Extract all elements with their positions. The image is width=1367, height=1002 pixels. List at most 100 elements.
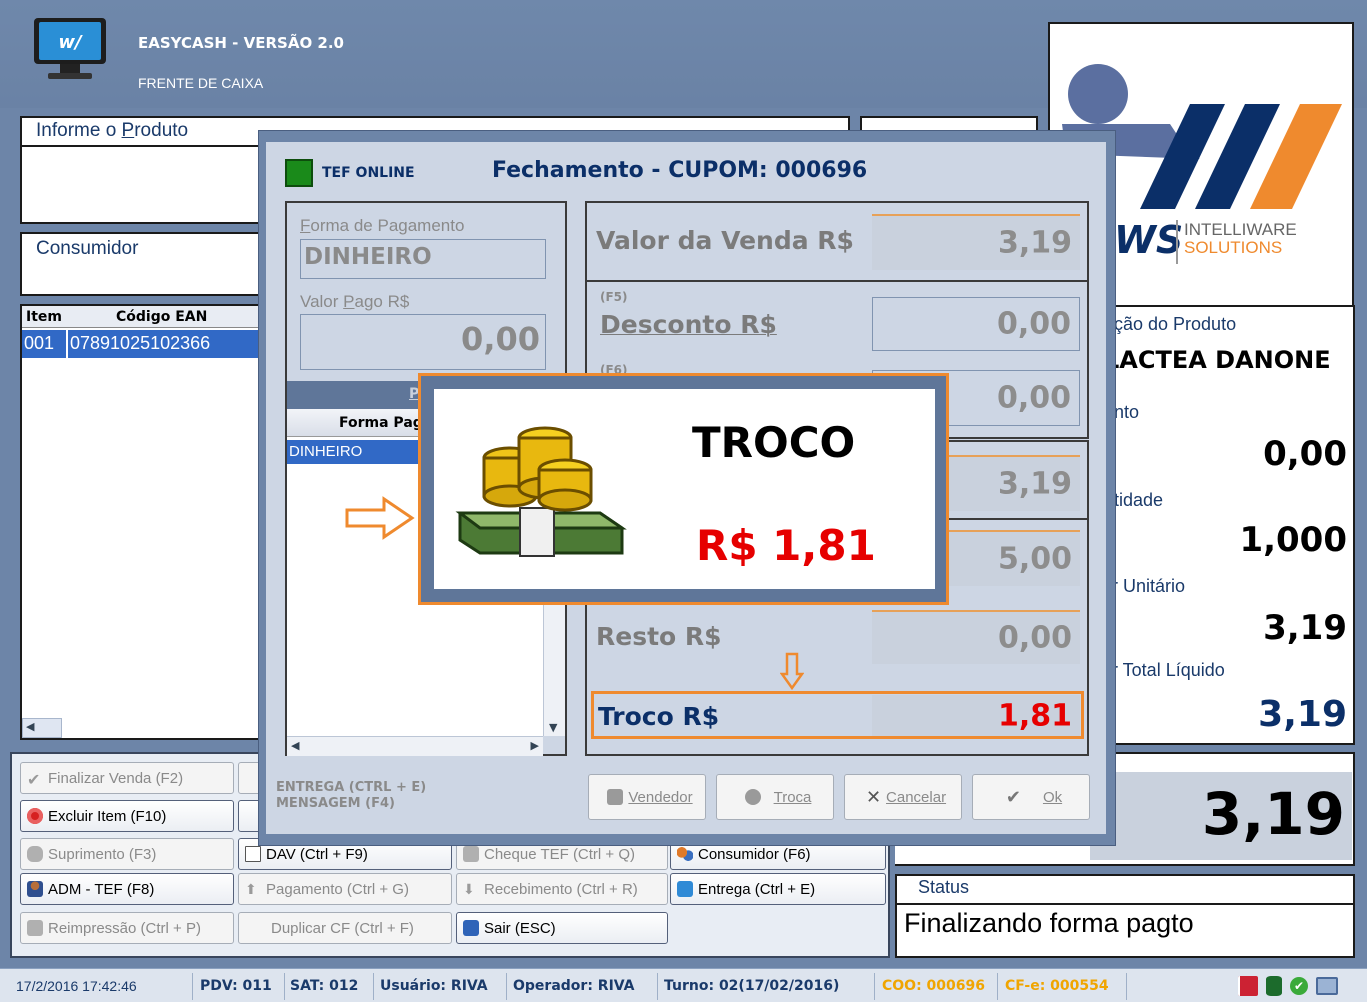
valor-pago-label: Valor Pago R$ <box>300 292 409 312</box>
refresh-icon <box>744 789 761 805</box>
desconto-label: Desconto R$ <box>600 310 777 339</box>
svg-text:w/: w/ <box>58 32 83 53</box>
troco-popup-title: TROCO <box>692 418 856 467</box>
total-value: 3,19 <box>1258 694 1347 735</box>
monitor-icon[interactable] <box>1316 977 1338 995</box>
sb-usuario: Usuário: RIVA <box>380 978 488 994</box>
grid-hscroll[interactable]: ◀ ▶ <box>287 736 543 756</box>
table-row[interactable]: 001 07891025102366 <box>22 330 288 358</box>
document-icon <box>245 846 261 862</box>
users-icon <box>677 846 693 862</box>
down-arrow-icon <box>779 652 805 696</box>
money-icon <box>450 418 630 572</box>
gift-icon[interactable] <box>1238 976 1258 996</box>
valor-venda-value: 3,19 <box>997 225 1072 261</box>
finalizar-button[interactable]: ✔ Finalizar Venda (F2) <box>20 762 234 794</box>
status-value: Finalizando forma pagto <box>904 908 1194 938</box>
arrow-up-icon: ⬆ <box>245 881 257 897</box>
sb-sep <box>284 973 285 1000</box>
excluir-button[interactable]: Excluir Item (F10) <box>20 800 234 832</box>
sb-operador: Operador: RIVA <box>513 978 635 994</box>
cheque-tef-label: Cheque TEF (Ctrl + Q) <box>484 845 636 863</box>
adm-tef-button[interactable]: ADM - TEF (F8) <box>20 873 234 905</box>
cancelar-button[interactable]: ✕ Cancelar <box>844 774 962 820</box>
sb-coo: COO: 000696 <box>882 978 985 994</box>
scroll-right-icon: ▶ <box>530 739 539 752</box>
unitario-label: r Unitário <box>1112 576 1186 596</box>
printer-icon <box>27 920 43 936</box>
suprimento-button[interactable]: Suprimento (F3) <box>20 838 234 870</box>
desconto-value: 0,00 <box>1263 434 1347 474</box>
desconto-value: 0,00 <box>996 306 1071 342</box>
ok-status-icon[interactable]: ✔ <box>1290 977 1308 995</box>
total-label: r Total Líquido <box>1112 660 1225 680</box>
troca-button[interactable]: Troca <box>716 774 834 820</box>
database-icon[interactable] <box>1266 976 1282 996</box>
row-ean: 07891025102366 <box>68 330 288 358</box>
ok-label: Ok <box>1042 788 1063 806</box>
vendedor-button[interactable]: Vendedor <box>588 774 706 820</box>
right-arrow-icon <box>344 496 416 544</box>
sb-datetime: 17/2/2016 17:42:46 <box>16 978 137 994</box>
acrescimo-value: 0,00 <box>996 380 1071 416</box>
check-icon: ✔ <box>27 772 41 789</box>
product-input-label: Informe o Produto <box>36 120 188 142</box>
valor-pago-value: 0,00 <box>461 320 540 358</box>
entrega-button[interactable]: Entrega (Ctrl + E) <box>670 873 886 905</box>
app-subtitle: FRENTE DE CAIXA <box>138 75 264 91</box>
duplicar-button[interactable]: Duplicar CF (Ctrl + F) <box>238 912 452 944</box>
adm-tef-label: ADM - TEF (F8) <box>48 880 155 898</box>
dav-label: DAV (Ctrl + F9) <box>266 845 368 863</box>
sb-sep <box>506 973 507 1000</box>
cancelar-label: Cancelar <box>886 788 947 806</box>
sair-label: Sair (ESC) <box>484 919 556 937</box>
cheque-icon <box>463 846 479 862</box>
sb-sep <box>874 973 875 1000</box>
vendedor-label: Vendedor <box>628 788 693 806</box>
ok-button[interactable]: ✔ Ok <box>972 774 1090 820</box>
resto-field: 0,00 <box>872 610 1080 664</box>
status-label: Status <box>918 877 970 897</box>
troco-value: 1,81 <box>997 698 1072 733</box>
sb-turno: Turno: 02(17/02/2016) <box>664 978 840 994</box>
tef-status-label: TEF ONLINE <box>322 165 415 181</box>
f5-hint: (F5) <box>600 290 628 304</box>
recebimento-button[interactable]: ⬇ Recebimento (Ctrl + R) <box>456 873 668 905</box>
troco-label: Troco R$ <box>598 702 720 731</box>
close-icon: ✕ <box>865 786 882 807</box>
logo-line1: INTELLIWARE <box>1184 220 1297 239</box>
entrega-label: Entrega (Ctrl + E) <box>698 880 816 898</box>
row-item: 001 <box>22 330 66 358</box>
stop-icon <box>27 808 43 824</box>
duplicar-label: Duplicar CF (Ctrl + F) <box>271 919 414 937</box>
arrow-down-icon: ⬇ <box>463 881 475 897</box>
desc-value: LACTEA DANONE <box>1104 346 1331 374</box>
col-item: Item <box>26 309 62 325</box>
exit-door-icon <box>463 920 479 936</box>
app-title: EASYCASH - VERSÃO 2.0 <box>138 34 344 52</box>
suprimento-label: Suprimento (F3) <box>48 845 157 863</box>
finalizar-label: Finalizar Venda (F2) <box>48 769 184 787</box>
check-icon: ✔ <box>1005 786 1021 807</box>
tef-status-icon <box>285 159 313 187</box>
product-label-post: roduto <box>134 120 189 141</box>
items-hscroll[interactable]: ◀ <box>22 718 62 738</box>
sb-sep <box>657 973 658 1000</box>
items-grid-header: Item Código EAN <box>22 306 288 328</box>
troco-field: 1,81 <box>872 695 1080 736</box>
valor-venda-field: 3,19 <box>872 214 1080 270</box>
valor-pago-pre: Valor <box>300 292 344 311</box>
logo-line2: SOLUTIONS <box>1184 238 1283 257</box>
desconto-field[interactable]: 0,00 <box>872 297 1080 351</box>
sb-sep <box>997 973 998 1000</box>
pagamento-button[interactable]: ⬆ Pagamento (Ctrl + G) <box>238 873 452 905</box>
user-icon <box>27 881 43 897</box>
total-value: 3,19 <box>997 466 1072 502</box>
scroll-down-icon: ▼ <box>549 721 558 734</box>
sair-button[interactable]: Sair (ESC) <box>456 912 668 944</box>
dialog-title: Fechamento - CUPOM: 000696 <box>492 158 868 183</box>
product-label-pre: Informe o <box>36 120 122 141</box>
forma-label-key: F <box>300 216 311 235</box>
reimpressao-button[interactable]: Reimpressão (Ctrl + P) <box>20 912 234 944</box>
recebimento-label: Recebimento (Ctrl + R) <box>484 880 638 898</box>
